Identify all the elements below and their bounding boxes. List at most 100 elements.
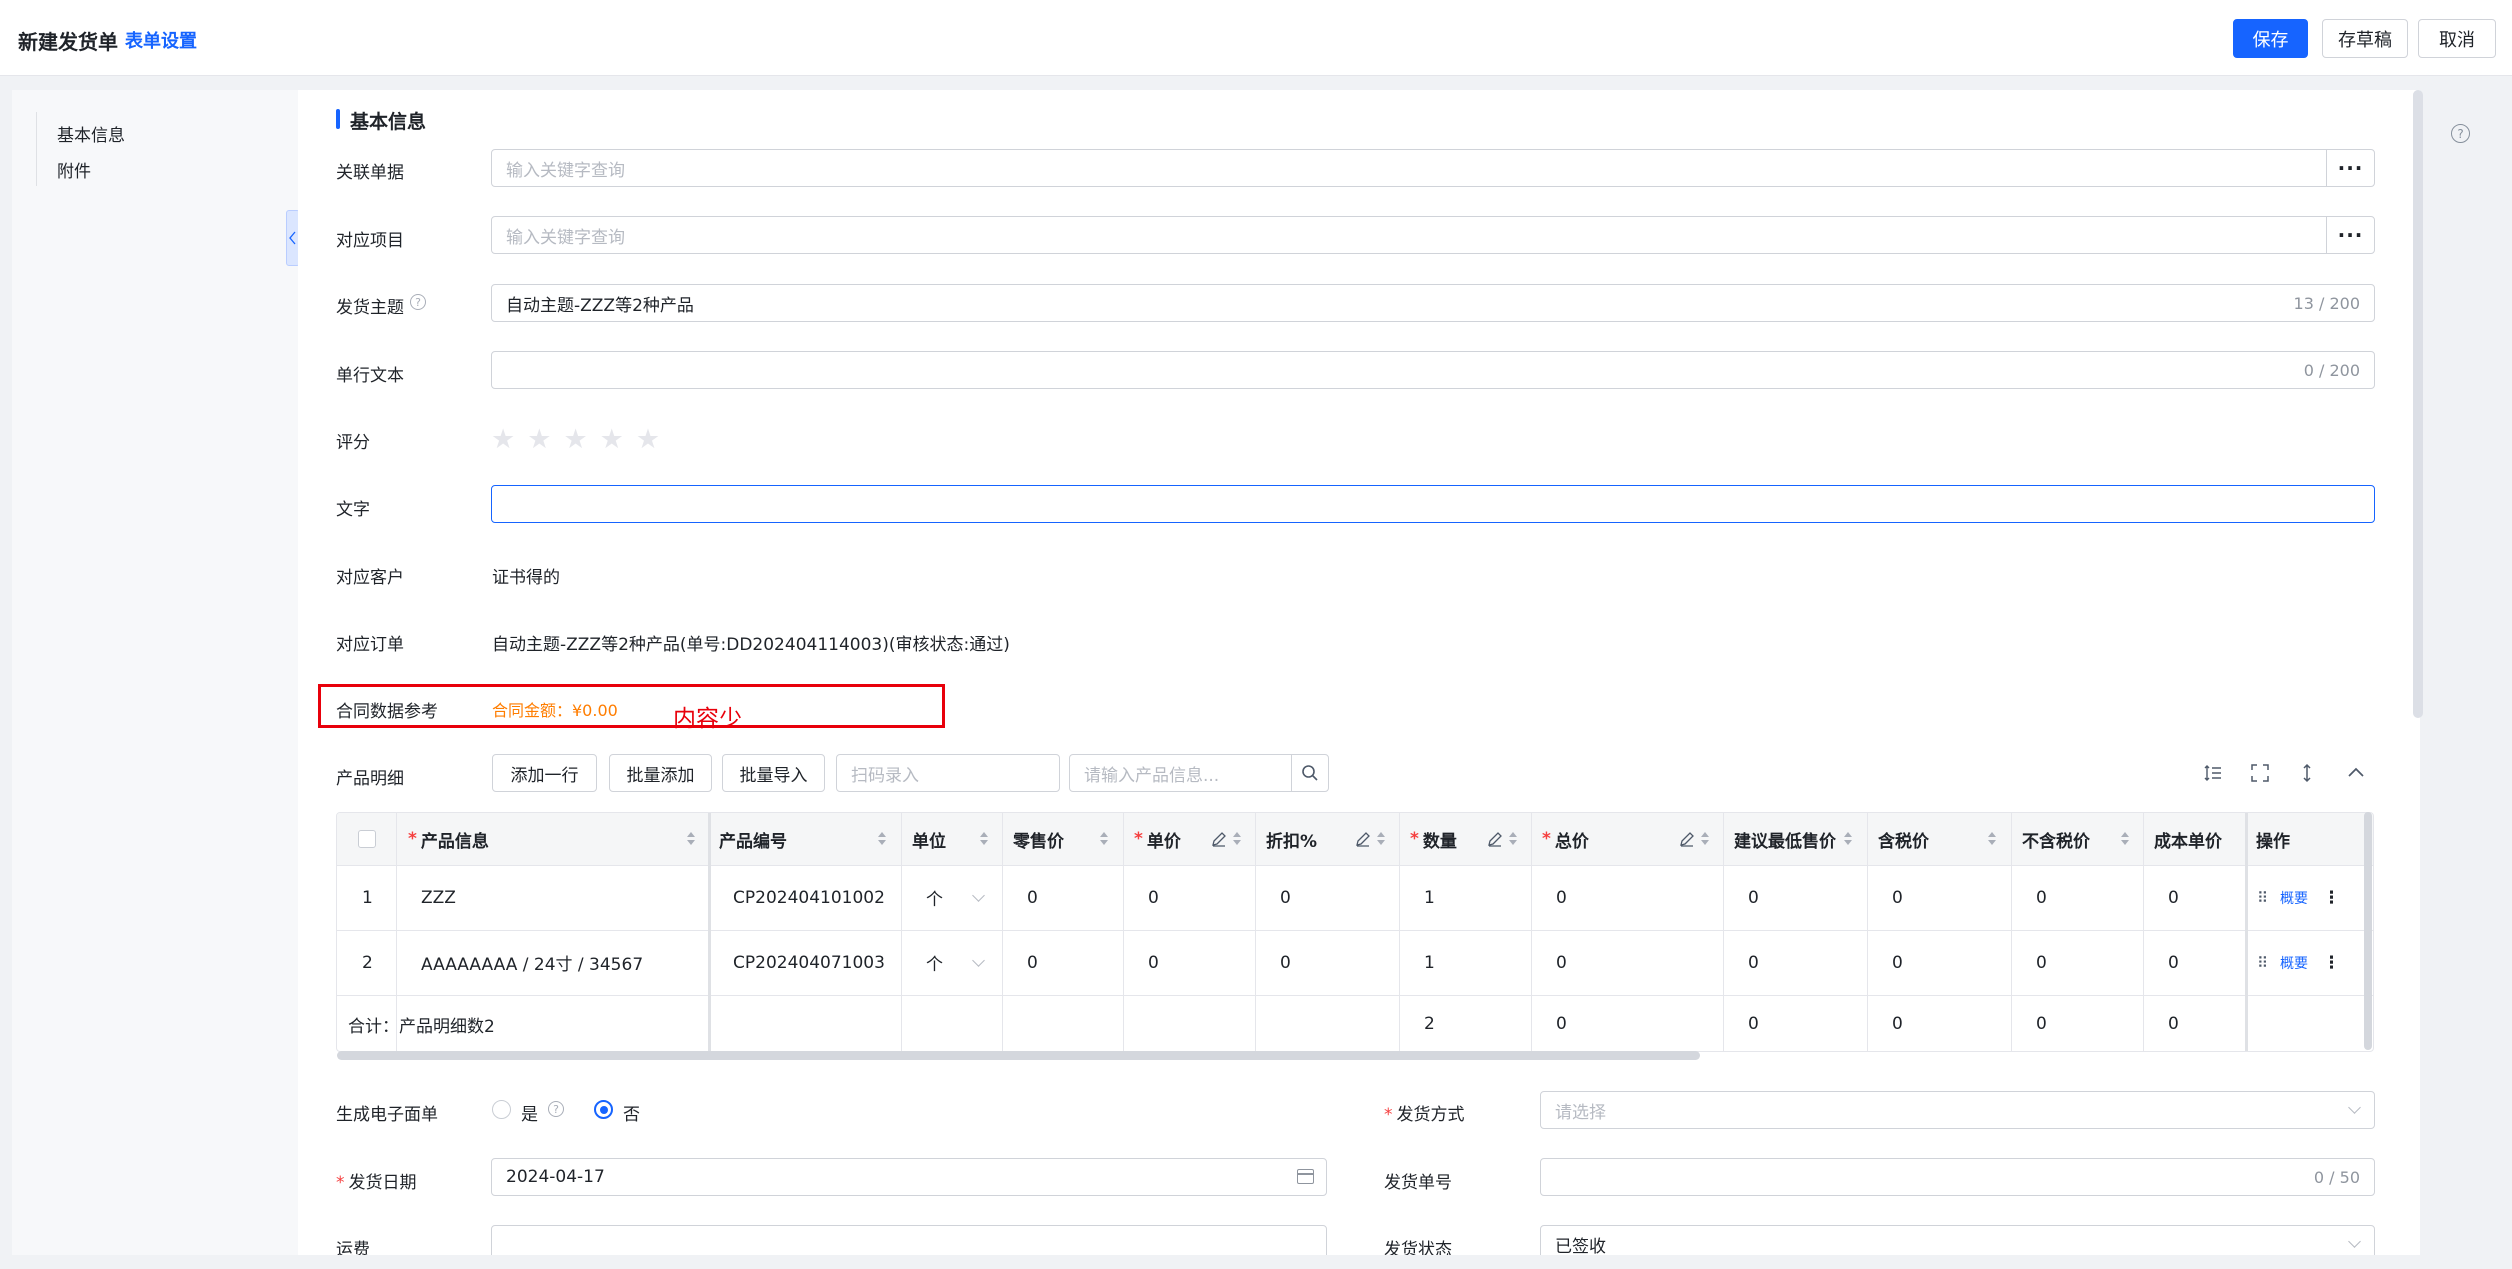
single-text-label: 单行文本	[336, 366, 404, 386]
page-scrollbar[interactable]	[2413, 90, 2423, 718]
discount-cell[interactable]: 0	[1280, 930, 1291, 995]
summary-label: 合计：产品明细数2	[348, 1016, 495, 1037]
summary-link[interactable]: 概要	[2280, 865, 2308, 930]
project-input[interactable]: 输入关键字查询 ···	[491, 216, 2375, 254]
save-button[interactable]: 保存	[2233, 19, 2308, 58]
e-waybill-yes-radio[interactable]	[492, 1100, 511, 1119]
quantity-cell[interactable]: 1	[1424, 930, 1435, 995]
col-header-min-price: 建议最低售价	[1734, 831, 1836, 852]
discount-cell[interactable]: 0	[1280, 865, 1291, 930]
sort-icon[interactable]	[878, 832, 887, 846]
drag-handle-icon[interactable]: ⠿	[2257, 865, 2268, 930]
question-icon[interactable]: ?	[548, 1101, 564, 1117]
text-input[interactable]	[491, 485, 2375, 523]
sort-icon[interactable]	[1701, 832, 1710, 846]
products-label: 产品明细	[336, 769, 404, 789]
edit-icon[interactable]	[1678, 830, 1696, 848]
calendar-icon	[1297, 1169, 1314, 1184]
cancel-button[interactable]: 取消	[2418, 19, 2496, 58]
sort-icon[interactable]	[1988, 832, 1997, 846]
retail-price-cell[interactable]: 0	[1027, 930, 1038, 995]
sidebar-item-basic-info[interactable]: 基本信息	[57, 121, 125, 146]
sort-icon[interactable]	[1100, 832, 1109, 846]
edit-icon[interactable]	[1210, 830, 1228, 848]
product-table: * 产品信息 产品编号 单位 零售价 * 单价 折扣% * 数量 * 总价 建议最低售价…	[336, 812, 2374, 1052]
unit-price-cell[interactable]: 0	[1148, 930, 1159, 995]
sort-icon[interactable]	[1844, 832, 1853, 846]
chevron-up-icon[interactable]	[2343, 760, 2369, 786]
product-search-input[interactable]: 请输入产品信息...	[1069, 754, 1293, 792]
col-header-product-info: * 产品信息	[408, 829, 489, 852]
select-all-checkbox[interactable]	[358, 830, 376, 848]
subject-label: 发货主题	[336, 298, 404, 318]
star-icon[interactable]: ★	[600, 424, 624, 455]
edit-icon[interactable]	[1486, 830, 1504, 848]
sort-icon[interactable]	[687, 832, 696, 846]
sort-icon[interactable]	[2121, 832, 2130, 846]
star-icon[interactable]: ★	[491, 424, 515, 455]
sort-icon[interactable]	[1509, 832, 1518, 846]
save-draft-button[interactable]: 存草稿	[2322, 19, 2408, 58]
ship-method-label: * 发货方式	[1384, 1105, 1465, 1125]
summary-link[interactable]: 概要	[2280, 930, 2308, 995]
fullscreen-icon[interactable]	[2247, 760, 2273, 786]
product-info-cell[interactable]: AAAAAAAA / 24寸 / 34567	[421, 930, 643, 995]
add-row-button[interactable]: 添加一行	[492, 754, 597, 792]
drag-handle-icon[interactable]: ⠿	[2257, 930, 2268, 995]
product-search-placeholder: 请输入产品信息...	[1084, 765, 1220, 786]
ship-date-label: * 发货日期	[336, 1173, 417, 1193]
subject-input[interactable]: 自动主题-ZZZ等2种产品 13 / 200	[491, 284, 2375, 322]
tax-excl-cell: 0	[2036, 887, 2047, 908]
col-header-total: * 总价	[1542, 829, 1589, 852]
chevron-down-icon[interactable]	[972, 889, 985, 902]
sort-icon[interactable]	[980, 832, 989, 846]
ship-method-select[interactable]: 请选择	[1540, 1091, 2375, 1129]
table-horizontal-scrollbar[interactable]	[337, 1051, 1700, 1060]
expand-vertical-icon[interactable]	[2294, 760, 2320, 786]
single-text-input[interactable]: 0 / 200	[491, 351, 2375, 389]
customer-value: 证书得的	[492, 568, 560, 588]
related-doc-more-button[interactable]: ···	[2326, 149, 2374, 187]
form-settings-link[interactable]: 表单设置	[125, 27, 197, 53]
quantity-cell[interactable]: 1	[1424, 865, 1435, 930]
project-more-button[interactable]: ···	[2326, 216, 2374, 254]
more-vertical-icon[interactable]: ⋮	[2323, 865, 2340, 930]
e-waybill-no-radio[interactable]	[594, 1100, 613, 1119]
unit-select[interactable]: 个	[926, 865, 943, 930]
ship-no-input[interactable]: 0 / 50	[1540, 1158, 2375, 1196]
total-cell[interactable]: 0	[1556, 930, 1567, 995]
min-price-cell: 0	[1748, 952, 1759, 973]
col-header-tax-incl: 含税价	[1878, 831, 1929, 852]
star-icon[interactable]: ★	[563, 424, 587, 455]
question-icon[interactable]: ?	[410, 294, 426, 310]
ship-status-value: 已签收	[1555, 1236, 1606, 1257]
unit-price-cell[interactable]: 0	[1148, 865, 1159, 930]
col-header-quantity: * 数量	[1410, 829, 1457, 852]
unit-select[interactable]: 个	[926, 930, 943, 995]
sidebar-item-attachments[interactable]: 附件	[57, 157, 91, 182]
tax-excl-cell: 0	[2036, 952, 2047, 973]
batch-import-button[interactable]: 批量导入	[722, 754, 825, 792]
more-vertical-icon[interactable]: ⋮	[2323, 930, 2340, 995]
chevron-down-icon[interactable]	[972, 954, 985, 967]
scan-input[interactable]: 扫码录入	[836, 754, 1060, 792]
sort-icon[interactable]	[1377, 832, 1386, 846]
table-vertical-scrollbar[interactable]	[2364, 812, 2372, 1050]
rating-label: 评分	[336, 433, 370, 453]
rating-stars[interactable]: ★ ★ ★ ★ ★	[491, 424, 660, 455]
sort-icon[interactable]	[1233, 832, 1242, 846]
row-height-icon[interactable]	[2200, 760, 2226, 786]
star-icon[interactable]: ★	[636, 424, 660, 455]
search-button[interactable]	[1291, 754, 1329, 792]
total-cell[interactable]: 0	[1556, 865, 1567, 930]
help-icon[interactable]: ?	[2451, 124, 2470, 143]
retail-price-cell[interactable]: 0	[1027, 865, 1038, 930]
edit-icon[interactable]	[1354, 830, 1372, 848]
star-icon[interactable]: ★	[527, 424, 551, 455]
col-header-retail-price: 零售价	[1013, 831, 1064, 852]
related-doc-input[interactable]: 输入关键字查询 ···	[491, 149, 2375, 187]
batch-add-button[interactable]: 批量添加	[609, 754, 712, 792]
ship-date-picker[interactable]: 2024-04-17	[491, 1158, 1327, 1196]
col-header-actions: 操作	[2256, 831, 2290, 852]
product-info-cell[interactable]: ZZZ	[421, 865, 456, 930]
